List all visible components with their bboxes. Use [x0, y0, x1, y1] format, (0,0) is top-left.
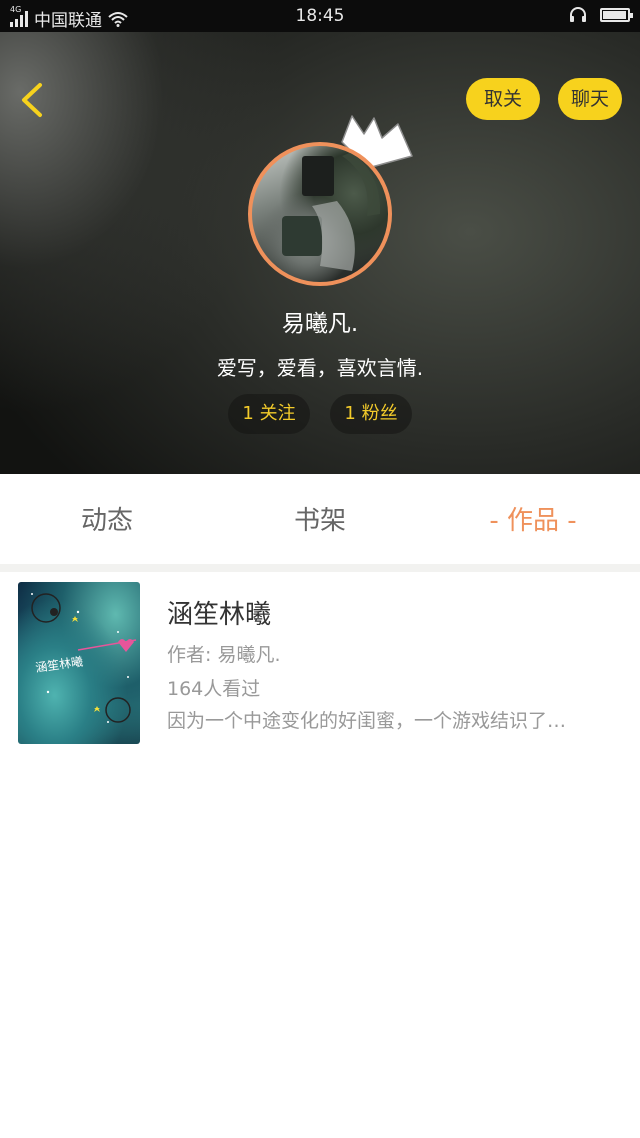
cover-art: 涵笙林曦 [31, 593, 137, 723]
section-divider [0, 564, 640, 572]
book-title[interactable]: 涵笙林曦 [167, 594, 271, 631]
book-views: 164人看过 [167, 678, 261, 700]
status-right [568, 6, 633, 24]
cover-title-text: 涵笙林曦 [34, 653, 84, 675]
book-cover: 涵笙林曦 [18, 582, 140, 744]
user-bio: 爱写，爱看，喜欢言情. [216, 356, 424, 380]
battery-icon [600, 8, 633, 22]
tab-feed[interactable]: 动态 [30, 474, 184, 564]
avatar[interactable] [248, 142, 392, 286]
profile-header: 取关 聊天 易曦凡. 爱写，爱看，喜欢言情. 1 关注 1 粉丝 [0, 32, 640, 474]
headset-icon [570, 7, 586, 22]
chat-button[interactable]: 聊天 [558, 78, 622, 120]
book-author: 作者: 易曦凡. [167, 644, 281, 666]
avatar-photo [282, 152, 381, 271]
list-item[interactable]: 涵笙林曦 涵笙林曦 作者: 易曦凡. 164人看过 因为一个中途变化的好闺蜜，一… [10, 572, 630, 752]
status-bar: 4G 中国联通 18:45 [0, 0, 640, 32]
status-time: 18:45 [295, 6, 345, 26]
profile-tabs: 动态 书架 - 作品 - [0, 474, 640, 564]
followers-count[interactable]: 1 粉丝 [330, 394, 412, 434]
tab-bookshelf[interactable]: 书架 [243, 474, 397, 564]
chevron-left-icon[interactable] [18, 82, 48, 118]
following-count[interactable]: 1 关注 [228, 394, 310, 434]
battery-fill [603, 11, 626, 19]
unfollow-button[interactable]: 取关 [466, 78, 540, 120]
user-nickname: 易曦凡. [281, 311, 359, 337]
book-description: 因为一个中途变化的好闺蜜，一个游戏结识了… [167, 710, 567, 732]
tab-works[interactable]: - 作品 - [456, 474, 610, 564]
